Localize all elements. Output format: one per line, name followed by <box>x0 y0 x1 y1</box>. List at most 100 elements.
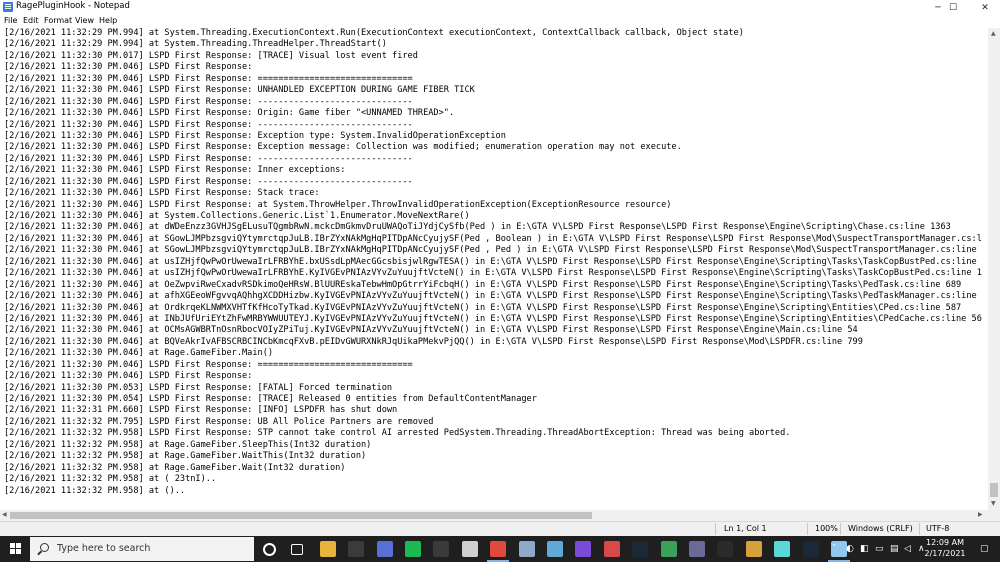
taskbar-search-box[interactable]: Type here to search <box>30 537 254 561</box>
log-line: [2/16/2021 11:32:30 PM.054] LSPD First R… <box>4 394 537 404</box>
spotify-icon[interactable] <box>405 541 421 557</box>
log-line: [2/16/2021 11:32:30 PM.046] at Rage.Game… <box>4 348 274 359</box>
vertical-scrollbar[interactable]: ▲ ▼ <box>988 28 1000 510</box>
notepad-app-icon <box>3 2 13 12</box>
log-line: [2/16/2021 11:32:30 PM.046] at System.Co… <box>4 211 470 221</box>
log-line: [2/16/2021 11:32:32 PM.795] LSPD First R… <box>4 416 434 427</box>
menu-file[interactable]: File <box>4 16 17 25</box>
chrome-icon[interactable] <box>490 541 507 557</box>
log-line: [2/16/2021 11:32:30 PM.017] LSPD First R… <box>4 50 418 61</box>
tray-app-icon[interactable]: ◐ <box>846 544 854 554</box>
log-line: [2/16/2021 11:32:30 PM.046] at dWDeEnzz3… <box>4 222 951 233</box>
scroll-left-icon[interactable]: ◀ <box>2 511 7 518</box>
log-line: [2/16/2021 11:32:30 PM.046] at usIZHjfQw… <box>4 268 982 279</box>
volume-icon[interactable]: ◁ <box>904 544 911 554</box>
status-bar: Ln 1, Col 1 100% Windows (CRLF) UTF-8 <box>0 521 1000 536</box>
maximize-button[interactable]: ☐ <box>938 0 968 15</box>
status-divider <box>840 523 841 535</box>
log-line: [2/16/2021 11:32:30 PM.046] at SGowLJMPb… <box>4 233 982 244</box>
zoom-level: 100% <box>815 524 838 533</box>
start-button[interactable] <box>10 543 22 555</box>
horizontal-scroll-thumb[interactable] <box>10 512 592 519</box>
7zip-icon[interactable] <box>461 541 478 557</box>
notification-icon[interactable]: ▢ <box>980 544 989 554</box>
log-line: [2/16/2021 11:32:30 PM.046] at OrdkrqeKL… <box>4 302 962 313</box>
store-icon[interactable] <box>433 541 450 557</box>
clock-time[interactable]: 12:09 AM <box>922 538 968 547</box>
menu-edit[interactable]: Edit <box>23 16 39 25</box>
log-line: [2/16/2021 11:32:29 PM.994] at System.Th… <box>4 28 744 38</box>
encoding: UTF-8 <box>926 524 950 533</box>
app-icon-e[interactable] <box>660 541 677 557</box>
log-line: [2/16/2021 11:32:30 PM.046] at OeZwpviRw… <box>4 279 962 290</box>
task-view-icon[interactable] <box>291 544 304 555</box>
horizontal-scrollbar[interactable]: ◀ ▶ <box>0 510 988 521</box>
line-ending: Windows (CRLF) <box>848 524 913 533</box>
windows-logo-icon <box>16 543 21 548</box>
cortana-icon[interactable] <box>263 543 276 556</box>
log-line: [2/16/2021 11:32:30 PM.053] LSPD First R… <box>4 382 393 393</box>
log-line: [2/16/2021 11:32:30 PM.046] LSPD First R… <box>4 142 682 153</box>
menu-help[interactable]: Help <box>99 16 117 25</box>
scroll-up-icon[interactable]: ▲ <box>991 30 996 37</box>
log-line: [2/16/2021 11:32:32 PM.958] at ().. <box>4 485 186 496</box>
window-title: RagePluginHook - Notepad <box>16 1 130 11</box>
log-line: [2/16/2021 11:32:30 PM.046] LSPD First R… <box>4 165 346 176</box>
menu-format[interactable]: Format <box>44 16 72 25</box>
tray-meet-icon[interactable]: ◧ <box>860 544 869 554</box>
log-line: [2/16/2021 11:32:30 PM.046] at BQVeAkrIv… <box>4 336 863 347</box>
app-icon-c[interactable] <box>575 541 592 557</box>
game-controller-icon[interactable] <box>348 541 365 557</box>
windows-logo-icon <box>16 549 21 554</box>
status-divider <box>807 523 808 535</box>
app-icon-g[interactable] <box>717 541 734 557</box>
log-line: [2/16/2021 11:32:29 PM.994] at System.Th… <box>4 39 387 50</box>
app-icon-f[interactable] <box>689 541 705 557</box>
steam-icon-2[interactable] <box>802 541 819 557</box>
log-line: [2/16/2021 11:32:30 PM.046] at afhXGEeoW… <box>4 291 977 302</box>
title-bar: RagePluginHook - Notepad ─ ☐ ✕ <box>0 0 1000 15</box>
scrollbar-corner <box>988 510 1000 521</box>
log-line: [2/16/2021 11:32:30 PM.046] LSPD First R… <box>4 85 475 96</box>
app-icon-h[interactable] <box>745 541 762 557</box>
scroll-right-icon[interactable]: ▶ <box>978 511 983 518</box>
network-app-icon[interactable] <box>376 541 393 557</box>
log-line: [2/16/2021 11:32:30 PM.046] LSPD First R… <box>4 188 320 199</box>
log-line: [2/16/2021 11:32:30 PM.046] LSPD First R… <box>4 153 413 164</box>
log-line: [2/16/2021 11:32:30 PM.046] at OCMsAGWBR… <box>4 325 858 336</box>
file-explorer-icon[interactable] <box>319 541 336 557</box>
log-line: [2/16/2021 11:32:30 PM.046] at INbJUfUri… <box>4 313 982 324</box>
windows-taskbar: Type here to search ˄ ◐ ◧ ▭ ▤ ◁ ∧ 12:09 … <box>0 536 1000 562</box>
app-icon-d[interactable] <box>603 541 620 557</box>
log-line: [2/16/2021 11:32:30 PM.046] LSPD First R… <box>4 73 413 84</box>
log-line: [2/16/2021 11:32:32 PM.958] at ( 23tnI).… <box>4 474 217 485</box>
log-line: [2/16/2021 11:32:30 PM.046] LSPD First R… <box>4 199 672 210</box>
app-icon-a[interactable] <box>518 541 535 557</box>
status-divider <box>715 523 716 535</box>
log-text: [2/16/2021 11:32:29 PM.994] at System.Th… <box>4 28 982 508</box>
windows-logo-icon <box>10 549 15 554</box>
search-placeholder: Type here to search <box>57 543 151 554</box>
network-icon[interactable]: ▤ <box>890 544 899 554</box>
log-line: [2/16/2021 11:32:30 PM.046] LSPD First R… <box>4 176 413 187</box>
vertical-scroll-thumb[interactable] <box>990 483 998 497</box>
app-icon-i[interactable] <box>774 541 791 557</box>
search-icon <box>40 543 49 552</box>
app-icon-b[interactable] <box>547 541 563 557</box>
log-line: [2/16/2021 11:32:31 PM.660] LSPD First R… <box>4 405 398 416</box>
scroll-down-icon[interactable]: ▼ <box>991 500 996 507</box>
log-line: [2/16/2021 11:32:30 PM.046] LSPD First R… <box>4 96 413 107</box>
close-button[interactable]: ✕ <box>970 0 1000 15</box>
text-editor[interactable]: [2/16/2021 11:32:29 PM.994] at System.Th… <box>0 28 988 510</box>
clock-date[interactable]: 2/17/2021 <box>922 549 968 558</box>
battery-icon[interactable]: ▭ <box>875 544 884 554</box>
log-line: [2/16/2021 11:32:30 PM.046] LSPD First R… <box>4 130 506 141</box>
log-line: [2/16/2021 11:32:32 PM.958] at Rage.Game… <box>4 462 346 473</box>
steam-icon[interactable] <box>632 541 649 557</box>
tray-chevron-icon[interactable]: ˄ <box>832 544 837 554</box>
log-line: [2/16/2021 11:32:32 PM.958] at Rage.Game… <box>4 451 367 462</box>
log-line: [2/16/2021 11:32:30 PM.046] LSPD First R… <box>4 119 413 130</box>
menu-view[interactable]: View <box>75 16 94 25</box>
log-line: [2/16/2021 11:32:30 PM.046] at usIZHjfQw… <box>4 256 977 267</box>
